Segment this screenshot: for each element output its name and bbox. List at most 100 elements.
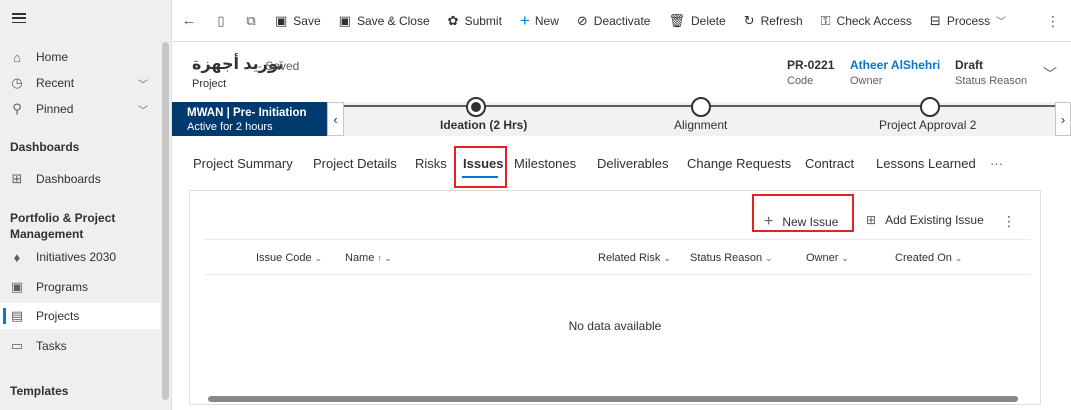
check-access-button[interactable]: ⚿ Check Access	[812, 0, 921, 42]
sidebar-item-label: Pinned	[36, 102, 74, 116]
chevron-down-icon: ⌄	[663, 253, 671, 263]
dashboard-icon: ⊞	[11, 171, 23, 186]
save-button[interactable]: ▣ Save	[266, 0, 330, 42]
projects-icon: ▤	[10, 308, 24, 323]
sidebar-item-label: Dashboards	[36, 172, 101, 186]
delete-label: Delete	[691, 13, 726, 28]
grid-horizontal-scrollbar[interactable]	[208, 396, 1018, 402]
tasks-icon: ▭	[10, 338, 24, 353]
nav-group-templates: Templates	[10, 384, 69, 398]
add-existing-label: Add Existing Issue	[885, 213, 984, 227]
header-field-status: Draft Status Reason	[955, 58, 1027, 87]
grid-header: Issue Code ⌄ Name ↑ ⌄ Related Risk ⌄ Status…	[204, 239, 1030, 275]
add-existing-issue-button[interactable]: ⊞ Add Existing Issue	[866, 213, 984, 227]
column-label: Status Reason	[690, 252, 763, 264]
column-label: Name	[345, 252, 375, 264]
column-owner[interactable]: Owner ⌄	[806, 252, 849, 264]
sidebar-item-label: Recent	[36, 76, 75, 90]
submit-button[interactable]: ✿ Submit	[439, 0, 511, 42]
column-status-reason[interactable]: Status Reason ⌄	[690, 252, 773, 264]
sidebar-item-initiatives[interactable]: ♦ Initiatives 2030	[0, 244, 160, 270]
issues-subgrid: + New Issue ⊞ Add Existing Issue ⋮ Issue…	[189, 190, 1041, 405]
active-process-flag[interactable]: MWAN | Pre- Initiation Active for 2 hour…	[172, 102, 327, 136]
refresh-button[interactable]: ↻ Refresh	[735, 0, 812, 42]
sidebar-item-label: Home	[36, 50, 69, 64]
issues-tab-highlight	[454, 146, 507, 188]
hamburger-menu-icon[interactable]	[12, 13, 26, 24]
chevron-down-icon: ﹀	[138, 79, 148, 91]
sidebar-item-tasks[interactable]: ▭ Tasks	[0, 333, 160, 359]
sidebar-item-label: Tasks	[36, 339, 67, 353]
header-field-code: PR-0221 Code	[787, 58, 834, 87]
tab-project-summary[interactable]: Project Summary	[193, 156, 293, 171]
tab-deliverables[interactable]: Deliverables	[597, 156, 669, 171]
expand-header-icon[interactable]: ﹀	[1043, 64, 1057, 84]
process-name: MWAN | Pre- Initiation	[187, 107, 307, 119]
bpf-next-icon[interactable]: ›	[1055, 102, 1071, 136]
sidebar-item-label: Programs	[36, 280, 89, 294]
save-label: Save	[293, 13, 321, 28]
sidebar-item-programs[interactable]: ▣ Programs	[0, 274, 160, 300]
tab-lessons-learned[interactable]: Lessons Learned	[876, 156, 976, 171]
more-commands-icon[interactable]: ⋮	[1043, 0, 1063, 42]
stage-approval-label[interactable]: Project Approval 2	[879, 118, 976, 132]
owner-link[interactable]: Atheer AlShehri	[850, 58, 940, 72]
empty-grid-message: No data available	[568, 319, 662, 333]
header-field-label: Owner	[850, 75, 883, 87]
bpf-prev-icon[interactable]: ‹	[327, 102, 344, 136]
sidebar-item-pinned[interactable]: ⚲ Pinned ﹀	[0, 96, 160, 122]
save-close-button[interactable]: ▣ Save & Close	[330, 0, 439, 42]
column-label: Issue Code	[256, 252, 312, 264]
header-field-value: Draft	[955, 58, 984, 72]
back-arrow-icon: ←	[181, 12, 197, 29]
save-icon: ▣	[275, 12, 288, 28]
stage-alignment-label[interactable]: Alignment	[674, 118, 727, 132]
tab-change-requests[interactable]: Change Requests	[687, 156, 791, 171]
sidebar-item-dashboards[interactable]: ⊞ Dashboards	[0, 166, 160, 192]
tab-project-details[interactable]: Project Details	[313, 156, 397, 171]
chevron-down-icon: ⌄	[314, 253, 323, 263]
record-form: توريد أجهزة - Saved Project PR-0221 Code…	[172, 42, 1071, 410]
column-label: Owner	[806, 252, 839, 264]
form-view-button[interactable]: ▯	[206, 0, 236, 42]
bpf-track	[344, 97, 1055, 117]
tab-contract[interactable]: Contract	[805, 156, 854, 171]
deactivate-icon: ⊘	[576, 12, 588, 28]
more-tabs-icon[interactable]: ···	[990, 156, 1003, 171]
command-bar: ← ▯ ⧉ ▣ Save ▣ Save & Close ✿ Submit + New ⊘…	[172, 0, 1071, 42]
process-button[interactable]: ⊟ Process ﹀	[921, 0, 1015, 42]
key-icon: ⚿	[820, 12, 831, 28]
sidebar-scrollbar[interactable]	[162, 42, 169, 400]
save-close-label: Save & Close	[356, 13, 430, 28]
sidebar-item-home[interactable]: ⌂ Home	[0, 44, 160, 70]
column-name[interactable]: Name ↑ ⌄	[345, 252, 392, 264]
entity-name: Project	[192, 78, 227, 90]
stage-ideation-label[interactable]: Ideation (2 Hrs)	[440, 118, 527, 132]
stage-approval-dot[interactable]	[920, 97, 940, 117]
column-issue-code[interactable]: Issue Code ⌄	[256, 252, 322, 264]
deactivate-button[interactable]: ⊘ Deactivate	[568, 0, 660, 42]
home-icon: ⌂	[13, 49, 21, 65]
open-new-window-button[interactable]: ⧉	[236, 0, 266, 42]
new-button[interactable]: + New	[511, 0, 568, 42]
subgrid-more-icon[interactable]: ⋮	[1002, 213, 1016, 230]
pin-icon: ⚲	[12, 101, 22, 116]
nav-group-dashboards: Dashboards	[10, 140, 80, 154]
back-button[interactable]: ←	[172, 0, 206, 42]
tab-milestones[interactable]: Milestones	[514, 156, 576, 171]
refresh-icon: ↻	[743, 12, 755, 28]
save-status: - Saved	[258, 59, 300, 73]
column-label: Created On	[895, 252, 952, 264]
stage-alignment-dot[interactable]	[691, 97, 711, 117]
stage-ideation-dot[interactable]	[466, 97, 486, 117]
chevron-down-icon: ﹀	[138, 105, 148, 117]
chevron-down-icon: ⌄	[765, 253, 773, 263]
delete-button[interactable]: 🗑 Delete	[659, 0, 734, 42]
popout-icon: ⧉	[246, 12, 256, 28]
sidebar-item-recent[interactable]: ◷ Recent ﹀	[0, 70, 160, 96]
column-created-on[interactable]: Created On ⌄	[895, 252, 962, 264]
column-related-risk[interactable]: Related Risk ⌄	[598, 252, 671, 264]
sidebar-item-label: Initiatives 2030	[36, 250, 117, 264]
tab-risks[interactable]: Risks	[415, 156, 447, 171]
sidebar-item-projects[interactable]: ▤ Projects	[0, 303, 160, 329]
